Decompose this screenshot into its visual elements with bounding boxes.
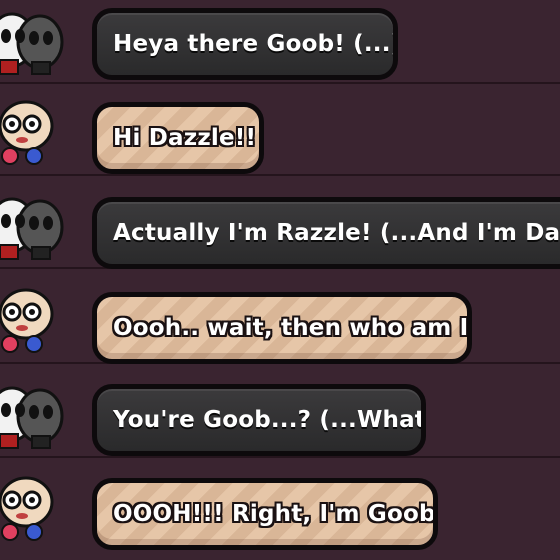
message-bubble: OOOH!!! Right, I'm Goob!! (92, 478, 438, 550)
chat-row: Actually I'm Razzle! (...And I'm Dazz (0, 177, 560, 269)
goob-avatar-icon (0, 288, 54, 353)
message-bubble: Actually I'm Razzle! (...And I'm Dazz (92, 197, 560, 269)
message-bubble: Oooh.. wait, then who am I? (92, 292, 472, 364)
message-text: Heya there Goob! (...) (113, 31, 398, 57)
razzle-dazzle-avatar-icon (0, 386, 64, 449)
message-bubble: Hi Dazzle!! (92, 102, 264, 174)
chat-row: OOOH!!! Right, I'm Goob!! (0, 460, 560, 560)
message-text: Hi Dazzle!! (113, 125, 257, 151)
chat-row: Hi Dazzle!! (0, 84, 560, 176)
chat-row: Heya there Goob! (...) (0, 0, 560, 84)
message-text: Oooh.. wait, then who am I? (113, 315, 472, 341)
message-text: You're Goob...? (...What) (113, 407, 426, 433)
goob-avatar-icon (0, 100, 54, 165)
message-bubble: You're Goob...? (...What) (92, 384, 426, 456)
message-bubble: Heya there Goob! (...) (92, 8, 398, 80)
chat-log: Heya there Goob! (...) Hi Dazzle!! Actua… (0, 0, 560, 560)
message-text: Actually I'm Razzle! (...And I'm Dazz (113, 220, 560, 246)
chat-row: You're Goob...? (...What) (0, 366, 560, 458)
goob-avatar-icon (0, 476, 54, 541)
razzle-dazzle-avatar-icon (0, 12, 64, 75)
chat-row: Oooh.. wait, then who am I? (0, 272, 560, 364)
razzle-dazzle-avatar-icon (0, 197, 64, 260)
message-text: OOOH!!! Right, I'm Goob!! (113, 501, 438, 527)
